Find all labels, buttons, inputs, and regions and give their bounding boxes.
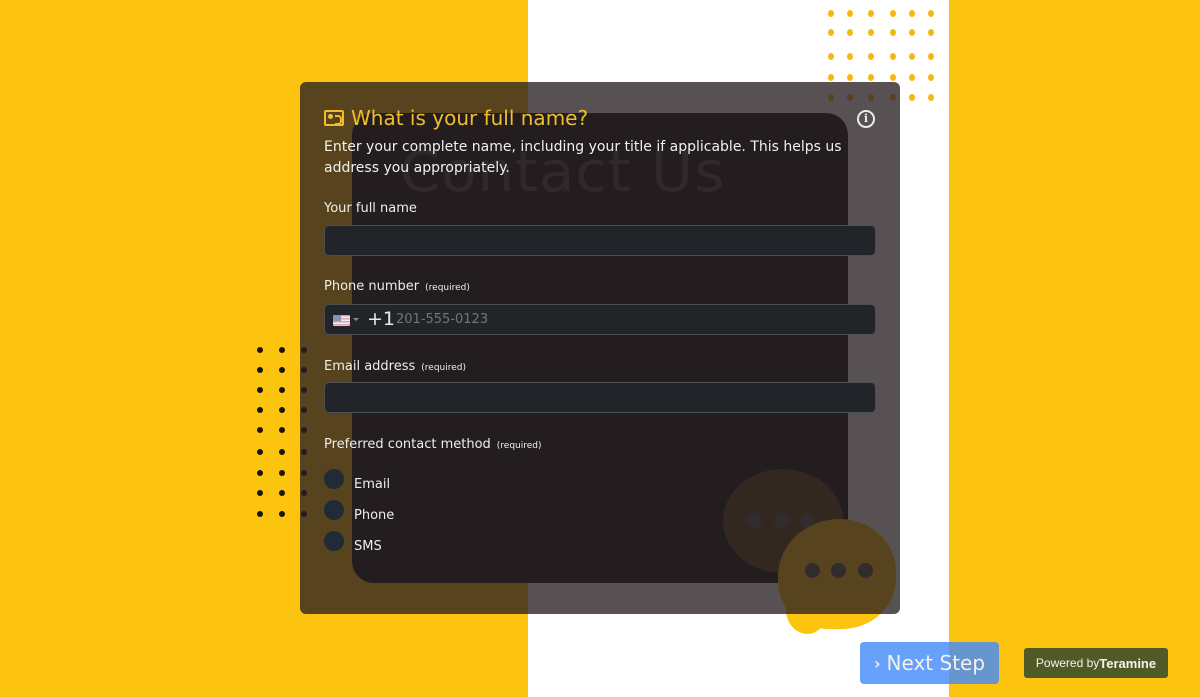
decorative-dot [828,74,834,81]
next-step-label: Next Step [886,651,986,675]
decorative-dot [909,10,915,17]
radio-button[interactable] [324,530,344,551]
decorative-dot [847,10,853,17]
background-right-yellow [949,0,1200,697]
decorative-dot [828,53,834,60]
required-tag: (required) [425,283,470,293]
required-tag: (required) [421,363,467,373]
decorative-dot [928,53,934,60]
brand-name: Teramine [1099,655,1157,671]
question-title: What is your full name? [351,106,589,130]
decorative-dot [279,407,285,413]
email-label-text: Email address [324,359,416,374]
decorative-dot [257,490,263,496]
decorative-dot [279,367,285,373]
decorative-dot [868,53,874,60]
decorative-dot [890,10,896,17]
contact-method-label-text: Preferred contact method [324,437,491,452]
decorative-dot [279,387,285,393]
phone-input[interactable] [396,312,856,327]
decorative-dot [928,74,934,81]
decorative-dot [890,29,896,36]
decorative-dot [868,10,874,17]
decorative-dot [847,53,853,60]
decorative-dot [868,74,874,81]
phone-label: Phone number (required) [324,279,470,294]
decorative-dot [828,10,834,17]
decorative-dot [257,511,263,517]
decorative-dot [257,470,263,476]
radio-option-email[interactable]: Email [324,465,390,492]
decorative-dot [257,407,263,413]
radio-label: SMS [354,539,382,554]
phone-field: +1 [324,304,876,335]
question-description: Enter your complete name, including your… [324,139,842,176]
decorative-dot [909,74,915,81]
decorative-dot [928,29,934,36]
powered-by-badge[interactable]: Powered by Teramine [1024,648,1168,678]
phone-label-text: Phone number [324,279,420,294]
contact-method-label: Preferred contact method (required) [324,437,542,452]
chevron-right-icon: › [873,653,881,673]
decorative-dot [279,427,285,433]
decorative-dot [909,94,915,101]
decorative-dot [257,367,263,373]
radio-button[interactable] [324,468,344,489]
country-code: +1 [367,308,396,330]
id-card-icon [324,110,344,126]
decorative-dot [890,53,896,60]
decorative-dot [279,511,285,517]
decorative-dot [909,29,915,36]
required-tag: (required) [496,441,542,451]
radio-option-sms[interactable]: SMS [324,527,382,554]
decorative-dot [828,29,834,36]
full-name-label: Your full name [324,201,417,216]
powered-by-prefix: Powered by [1035,656,1100,670]
next-step-button[interactable]: › Next Step [860,642,999,684]
decorative-dot [847,29,853,36]
decorative-dot [279,470,285,476]
email-input[interactable] [324,382,876,413]
decorative-dot [868,29,874,36]
radio-option-phone[interactable]: Phone [324,496,394,523]
decorative-dot [890,74,896,81]
decorative-dot [928,10,934,17]
full-name-input[interactable] [324,225,876,256]
info-icon[interactable]: i [857,110,875,128]
radio-label: Phone [354,508,395,523]
decorative-dot [847,74,853,81]
decorative-dot [257,427,263,433]
decorative-dot [257,387,263,393]
radio-button[interactable] [324,499,344,520]
decorative-dot [279,449,285,455]
decorative-dot [257,347,263,353]
decorative-dot [928,94,934,101]
question-header: What is your full name? [324,106,588,130]
decorative-dot [257,449,263,455]
radio-label: Email [354,477,391,492]
full-name-label-text: Your full name [324,201,417,216]
email-label: Email address (required) [324,359,466,374]
decorative-dot [279,347,285,353]
decorative-dot [279,490,285,496]
decorative-dot [909,53,915,60]
us-flag-icon[interactable] [333,315,350,326]
caret-down-icon[interactable] [353,318,359,321]
